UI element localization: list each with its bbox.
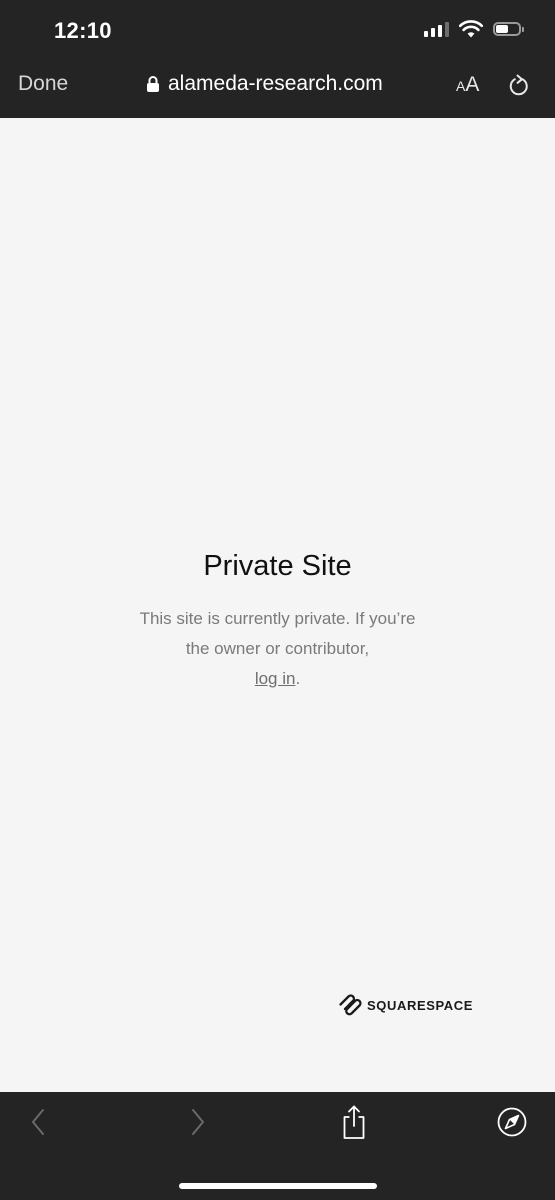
home-indicator[interactable]: [179, 1183, 377, 1189]
back-button[interactable]: [18, 1106, 58, 1138]
open-in-safari-button[interactable]: [492, 1104, 532, 1140]
browser-top-bar: 12:10 Done alameda-research.com AA: [0, 0, 555, 118]
text-size-button[interactable]: AA: [456, 73, 479, 97]
done-button[interactable]: Done: [18, 72, 68, 96]
wifi-icon: [459, 20, 483, 38]
squarespace-label: SQUARESPACE: [367, 997, 474, 1013]
page-title: Private Site: [203, 550, 352, 582]
status-icons: [424, 20, 524, 38]
status-time: 12:10: [54, 18, 112, 43]
text-size-small-label: A: [456, 78, 466, 94]
chevron-right-icon: [192, 1109, 204, 1135]
lock-icon: [147, 76, 159, 92]
chevron-left-icon: [32, 1109, 44, 1135]
compass-icon: [497, 1107, 527, 1137]
share-icon: [343, 1105, 365, 1139]
text-size-large-label: A: [465, 73, 480, 96]
cellular-signal-icon: [424, 21, 449, 37]
private-message: This site is currently private. If you’r…: [137, 604, 418, 694]
forward-button[interactable]: [178, 1106, 218, 1138]
squarespace-logo-icon: [339, 994, 362, 1016]
browser-bottom-toolbar: [0, 1092, 555, 1200]
squarespace-badge[interactable]: SQUARESPACE: [338, 994, 473, 1016]
private-message-text: This site is currently private. If you’r…: [139, 609, 416, 658]
login-link[interactable]: log in: [255, 669, 296, 688]
url-text: alameda-research.com: [168, 72, 383, 95]
share-button[interactable]: [334, 1102, 374, 1142]
address-bar[interactable]: alameda-research.com: [146, 72, 383, 96]
battery-level: [496, 25, 508, 33]
private-message-end: .: [295, 669, 301, 688]
reload-icon: [509, 74, 528, 96]
reload-button[interactable]: [508, 73, 530, 102]
battery-icon: [493, 22, 524, 36]
